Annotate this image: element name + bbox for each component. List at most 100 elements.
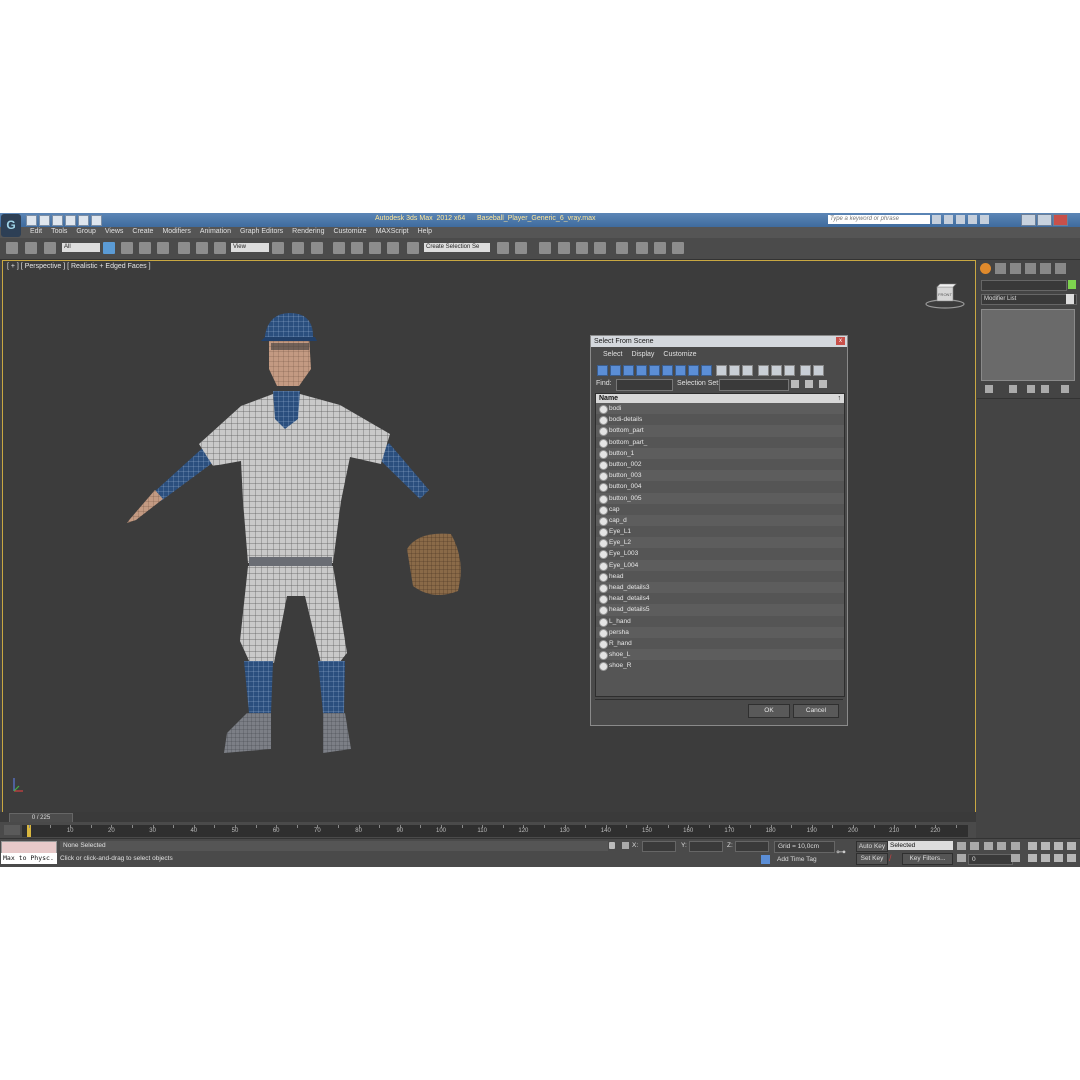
- app-logo-icon[interactable]: G: [1, 214, 21, 237]
- list-item[interactable]: shoe_R: [596, 660, 844, 672]
- display-cameras-icon[interactable]: [636, 365, 647, 376]
- dialog-menu-customize[interactable]: Customize: [663, 349, 696, 361]
- render-production-icon[interactable]: [672, 242, 684, 254]
- list-item[interactable]: head_details3: [596, 582, 844, 594]
- zoom-all-icon[interactable]: [1041, 842, 1050, 850]
- save-file-icon[interactable]: [52, 215, 63, 226]
- angle-snap-icon[interactable]: [351, 242, 363, 254]
- menu-item-maxscript[interactable]: MAXScript: [376, 228, 409, 235]
- key-mode-toggle-icon[interactable]: [957, 854, 966, 862]
- key-mode-icon[interactable]: /: [889, 853, 899, 863]
- menu-item-group[interactable]: Group: [76, 228, 95, 235]
- rotate-icon[interactable]: [196, 242, 208, 254]
- sync-selection-icon[interactable]: [805, 380, 813, 388]
- render-setup-icon[interactable]: [636, 242, 648, 254]
- motion-tab-icon[interactable]: [1025, 263, 1036, 274]
- layer-manager-icon[interactable]: [539, 242, 551, 254]
- timeline-ruler[interactable]: 10 20 30 40 50 60 70 80 90 100 110 120 130 140 150 160 1…: [22, 825, 968, 837]
- list-item[interactable]: bodi-details: [596, 414, 844, 426]
- list-item[interactable]: L_hand: [596, 616, 844, 627]
- help-icon[interactable]: [980, 215, 989, 224]
- keyboard-shortcut-icon[interactable]: [311, 242, 323, 254]
- time-tag-icon[interactable]: [761, 855, 770, 864]
- star-icon[interactable]: [968, 215, 977, 224]
- close-icon[interactable]: [1053, 214, 1068, 226]
- display-helpers-icon[interactable]: [649, 365, 660, 376]
- hierarchy-tab-icon[interactable]: [1010, 263, 1021, 274]
- pivot-center-icon[interactable]: [272, 242, 284, 254]
- orbit-icon[interactable]: [1054, 854, 1063, 862]
- list-item[interactable]: button_002: [596, 459, 844, 470]
- redo-icon[interactable]: [78, 215, 89, 226]
- maxscript-mini-listener[interactable]: Max to Physc.: [1, 853, 57, 864]
- set-key-icon[interactable]: ⊶: [836, 847, 846, 858]
- subscription-icon[interactable]: [944, 215, 953, 224]
- set-key-button[interactable]: Set Key: [856, 853, 888, 865]
- next-frame-icon[interactable]: [997, 842, 1006, 850]
- list-item[interactable]: R_hand: [596, 638, 844, 649]
- play-icon[interactable]: [984, 842, 993, 850]
- y-coordinate-field[interactable]: [689, 841, 723, 852]
- percent-snap-icon[interactable]: [369, 242, 381, 254]
- display-groups-icon[interactable]: [675, 365, 686, 376]
- menu-item-animation[interactable]: Animation: [200, 228, 231, 235]
- menu-item-graph-editors[interactable]: Graph Editors: [240, 228, 283, 235]
- modify-tab-icon[interactable]: [995, 263, 1006, 274]
- move-icon[interactable]: [178, 242, 190, 254]
- list-item[interactable]: cap_d: [596, 514, 844, 527]
- display-tab-icon[interactable]: [1040, 263, 1051, 274]
- list-item[interactable]: Eye_L004: [596, 559, 844, 571]
- go-to-end-icon[interactable]: [1011, 842, 1020, 850]
- menu-item-edit[interactable]: Edit: [30, 228, 42, 235]
- dialog-title-bar[interactable]: Select From Scene x: [591, 336, 847, 347]
- unlink-icon[interactable]: [25, 242, 37, 254]
- list-item[interactable]: bottom_part_: [596, 437, 844, 448]
- viewcube[interactable]: FRONT: [925, 283, 965, 309]
- selection-set-dropdown[interactable]: [719, 379, 789, 391]
- dialog-menu-select[interactable]: Select: [603, 349, 622, 361]
- find-input[interactable]: [616, 379, 673, 391]
- pan-view-icon[interactable]: [1041, 854, 1050, 862]
- list-item[interactable]: head_details4: [596, 593, 844, 605]
- open-file-icon[interactable]: [39, 215, 50, 226]
- scene-object-list[interactable]: Name ↑ bodi bodi-details bottom_part bottom…: [595, 393, 845, 697]
- select-all-icon[interactable]: [758, 365, 769, 376]
- list-item[interactable]: Eye_L1: [596, 526, 844, 538]
- menu-item-create[interactable]: Create: [132, 228, 153, 235]
- z-coordinate-field[interactable]: [735, 841, 769, 852]
- chevron-down-icon[interactable]: [1066, 294, 1074, 304]
- select-manipulate-icon[interactable]: [292, 242, 304, 254]
- maximize-viewport-icon[interactable]: [1067, 854, 1076, 862]
- list-item[interactable]: Eye_L2: [596, 537, 844, 549]
- mirror-icon[interactable]: [497, 242, 509, 254]
- column-header-name[interactable]: Name ↑: [596, 394, 844, 403]
- scale-icon[interactable]: [214, 242, 226, 254]
- spinner-snap-icon[interactable]: [387, 242, 399, 254]
- display-all-icon[interactable]: [716, 365, 727, 376]
- rendered-frame-window-icon[interactable]: [654, 242, 666, 254]
- find-case-icon[interactable]: [819, 380, 827, 388]
- display-lights-icon[interactable]: [623, 365, 634, 376]
- list-item[interactable]: cap: [596, 504, 844, 515]
- configure-modifier-sets-icon[interactable]: [1061, 385, 1069, 393]
- communication-icon[interactable]: [956, 215, 965, 224]
- maximize-icon[interactable]: [1037, 214, 1052, 226]
- schematic-view-icon[interactable]: [594, 242, 606, 254]
- time-configuration-icon[interactable]: [1011, 854, 1020, 862]
- display-space-warps-icon[interactable]: [662, 365, 673, 376]
- graphite-ribbon-icon[interactable]: [558, 242, 570, 254]
- menu-item-modifiers[interactable]: Modifiers: [162, 228, 190, 235]
- list-item[interactable]: Eye_L003: [596, 548, 844, 560]
- selection-filter-dropdown[interactable]: All: [62, 243, 100, 252]
- remove-modifier-icon[interactable]: [1041, 385, 1049, 393]
- display-geometry-icon[interactable]: [597, 365, 608, 376]
- reference-coordinate-dropdown[interactable]: View: [231, 243, 269, 252]
- list-item[interactable]: button_005: [596, 492, 844, 504]
- mini-curve-editor-icon[interactable]: [4, 825, 20, 835]
- select-by-name-icon[interactable]: [121, 242, 133, 254]
- auto-key-button[interactable]: Auto Key: [856, 841, 888, 852]
- current-frame-field[interactable]: 0: [968, 854, 1013, 865]
- list-item[interactable]: bottom_part: [596, 425, 844, 437]
- dialog-close-button[interactable]: x: [836, 337, 845, 345]
- minimize-icon[interactable]: [1021, 214, 1036, 226]
